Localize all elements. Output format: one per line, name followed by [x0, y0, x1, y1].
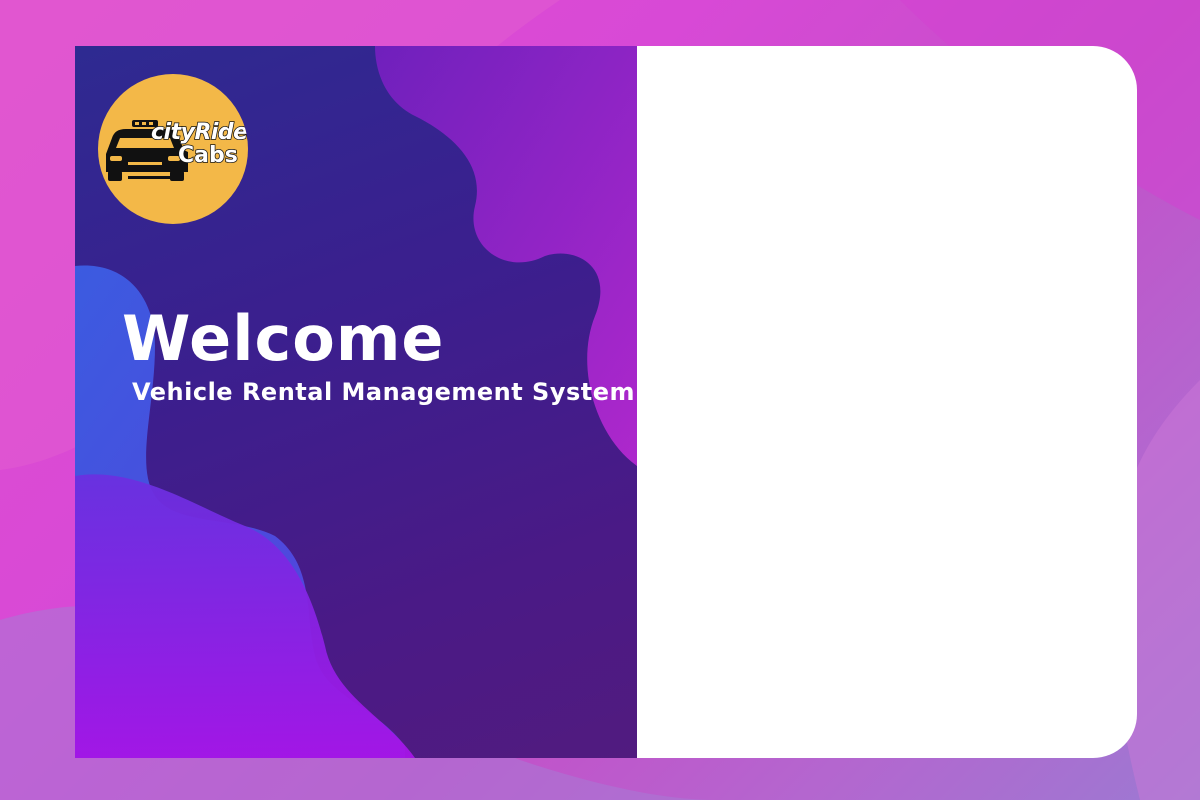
brand-name-line2: Cabs [177, 142, 238, 169]
welcome-subtitle: Vehicle Rental Management System [132, 378, 636, 406]
welcome-title: Welcome [122, 302, 445, 375]
form-panel [637, 46, 1137, 758]
welcome-panel: cityRides Cabs Welcome Vehicle Rental Ma… [75, 46, 637, 758]
brand-logo: cityRides Cabs [98, 74, 248, 224]
brand-name-line1: cityRides [150, 119, 248, 146]
